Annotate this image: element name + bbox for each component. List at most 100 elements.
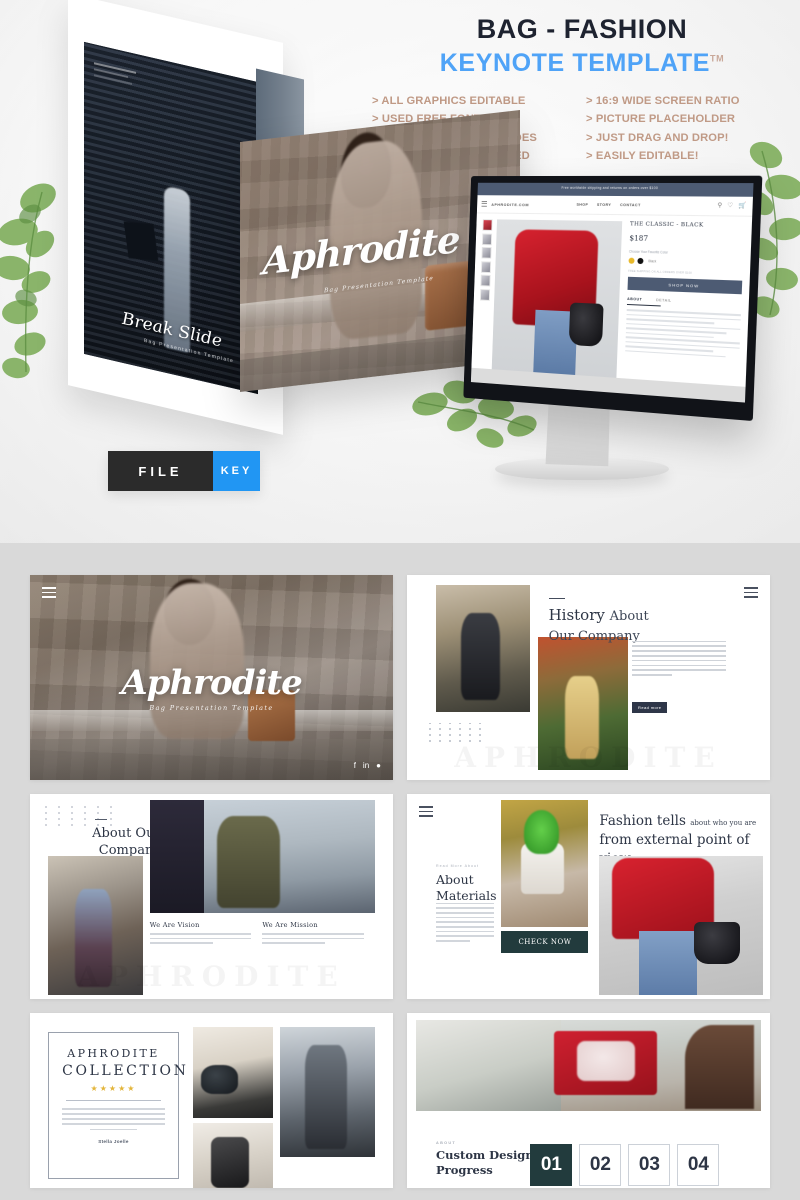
slide2-image-left — [436, 585, 531, 713]
shop-now-button[interactable]: SHOP NOW — [627, 276, 743, 295]
slide2-title-light: About — [609, 608, 649, 624]
site-logo[interactable]: APHRODITE.COM — [491, 202, 529, 207]
product-price: $187 — [629, 233, 649, 243]
slide4-check-now-button[interactable]: CHECK NOW — [501, 931, 589, 954]
slide6-title: Custom Design Progress — [436, 1148, 534, 1178]
gallery-slide-4[interactable]: Read More About About Materials CHECK NO… — [407, 794, 770, 999]
feature-item: > 16:9 WIDE SCREEN RATIO — [586, 95, 740, 108]
imac-bezel: Free worldwide shipping and returns on o… — [463, 175, 763, 422]
browser-navbar: APHRODITE.COM SHOP STORY CONTACT ⚲ ♡ 🛒 — [476, 195, 753, 217]
page-root: BAG - FASHION KEYNOTE TEMPLATETM > ALL G… — [0, 0, 800, 1200]
slide6-title-line1: Custom Design — [436, 1147, 534, 1162]
browser-nav-icons: ⚲ ♡ 🛒 — [717, 202, 746, 210]
slide4-paragraph — [436, 902, 495, 945]
gallery-slide-3[interactable]: About Our Company We Are Vision We Are M… — [30, 794, 393, 999]
product-thumbnail-rail[interactable] — [477, 219, 493, 372]
slide-gallery: Aphrodite Bag Presentation Template f in… — [0, 543, 800, 1200]
slide4-title-line1: About — [436, 871, 474, 887]
color-swatches[interactable]: Black — [628, 257, 743, 267]
trademark-mark: TM — [710, 53, 725, 64]
break-slide-bag — [123, 221, 159, 262]
nav-item-contact[interactable]: CONTACT — [620, 203, 641, 207]
slide4-image-red — [599, 855, 763, 995]
swatch-black[interactable] — [637, 257, 644, 265]
slide3-vision-body — [149, 933, 252, 944]
hamburger-icon[interactable] — [744, 587, 758, 601]
product-info-panel: THE CLASSIC - BLACK $187 Choose Your Fav… — [621, 221, 744, 389]
slide1-title: Aphrodite — [121, 663, 302, 704]
slide2-dot-pattern — [428, 722, 485, 742]
slide6-street-background — [416, 1020, 561, 1111]
step-card-03[interactable]: 03 — [628, 1144, 671, 1187]
product-title: THE CLASSIC - BLACK — [629, 221, 704, 229]
slide5-image-top — [193, 1027, 274, 1118]
product-description-lines — [625, 309, 741, 358]
tab-detail[interactable]: DETAIL — [656, 298, 672, 303]
slide3-image-main — [149, 800, 375, 913]
feature-item: > PICTURE PLACEHOLDER — [586, 113, 736, 126]
browser-menu: SHOP STORY CONTACT — [576, 203, 640, 208]
product-page-body: THE CLASSIC - BLACK $187 Choose Your Fav… — [471, 213, 753, 397]
hamburger-icon[interactable] — [481, 200, 488, 208]
slide5-signature: Stella Joelle — [98, 1139, 129, 1145]
gallery-slide-5[interactable]: APHRODITE COLLECTION ★★★★★ Stella Joelle — [30, 1013, 393, 1188]
slide4-title-line2: Materials — [436, 888, 497, 904]
step-card-02[interactable]: 02 — [579, 1144, 622, 1187]
product-hero-image — [491, 219, 623, 381]
slide4-title: About Materials — [436, 872, 497, 905]
slide4-headline-strong: Fashion tells — [599, 813, 686, 830]
file-format-badge: FILE KEY — [108, 451, 260, 491]
swatch-gold[interactable] — [628, 257, 635, 264]
slide4-headline-small: about who you are — [690, 819, 757, 828]
slide6-kicker: ABOUT — [436, 1140, 457, 1145]
hamburger-icon[interactable] — [419, 806, 433, 820]
nav-item-story[interactable]: STORY — [597, 203, 611, 207]
slide3-column-mission: We Are Mission — [262, 921, 364, 947]
slide3-title-rule — [95, 818, 108, 820]
slide5-quote-card: APHRODITE COLLECTION ★★★★★ Stella Joelle — [48, 1032, 189, 1180]
star-rating-icon: ★★★★★ — [90, 1084, 137, 1094]
slide2-title-strong: History — [548, 605, 605, 624]
slide3-mission-heading: We Are Mission — [262, 921, 318, 930]
slide2-title: History About Our Company — [549, 606, 716, 646]
slide5-divider — [66, 1100, 161, 1102]
slide5-body-lines — [62, 1108, 165, 1131]
slide2-read-more-button[interactable]: Read more — [632, 702, 668, 714]
nav-item-shop[interactable]: SHOP — [576, 203, 588, 207]
slide3-watermark: APHRODITE — [77, 960, 345, 993]
slide6-step-list: 01 02 03 04 — [530, 1144, 720, 1187]
feature-item: > EASILY EDITABLE! — [586, 149, 699, 162]
twitter-icon[interactable]: ● — [376, 761, 381, 770]
swatch-label: Black — [648, 259, 657, 264]
imac-mockup: Free worldwide shipping and returns on o… — [455, 175, 765, 506]
gallery-slide-2[interactable]: History About Our Company Read more APHR… — [407, 575, 770, 780]
hamburger-icon[interactable] — [42, 587, 56, 601]
slide3-column-vision: We Are Vision — [149, 921, 252, 947]
slide4-image-model — [501, 800, 589, 928]
search-icon[interactable]: ⚲ — [717, 202, 722, 209]
slide1-model — [149, 583, 245, 739]
slide6-title-line2: Progress — [436, 1162, 493, 1177]
imac-stand — [545, 404, 610, 467]
step-card-01[interactable]: 01 — [530, 1144, 573, 1187]
slide1-subtitle: Bag Presentation Template — [149, 704, 274, 713]
slide2-title-line2: Our Company — [548, 628, 640, 644]
gallery-slide-1[interactable]: Aphrodite Bag Presentation Template f in… — [30, 575, 393, 780]
slide4-kicker: Read More About — [436, 863, 480, 868]
slide5-title-line1: APHRODITE — [67, 1047, 160, 1061]
gallery-slide-6[interactable]: ABOUT Custom Design Progress 01 02 03 04 — [407, 1013, 770, 1188]
slide5-title-line2: COLLECTION — [62, 1063, 189, 1080]
slide4-black-bag — [694, 922, 740, 965]
slide6-red-bag — [554, 1030, 658, 1095]
slide5-image-bottom — [193, 1123, 274, 1188]
tab-about[interactable]: ABOUT — [627, 297, 642, 302]
facebook-icon[interactable]: f — [354, 761, 356, 770]
slide4-jeans — [638, 930, 698, 995]
linkedin-icon[interactable]: in — [363, 761, 369, 770]
cart-icon[interactable]: 🛒 — [738, 202, 746, 209]
hero-section: BAG - FASHION KEYNOTE TEMPLATETM > ALL G… — [0, 0, 800, 543]
heart-icon[interactable]: ♡ — [727, 202, 733, 209]
step-card-04[interactable]: 04 — [677, 1144, 720, 1187]
slide1-social-icons: f in ● — [354, 761, 381, 770]
feature-item: > JUST DRAG AND DROP! — [586, 131, 729, 144]
